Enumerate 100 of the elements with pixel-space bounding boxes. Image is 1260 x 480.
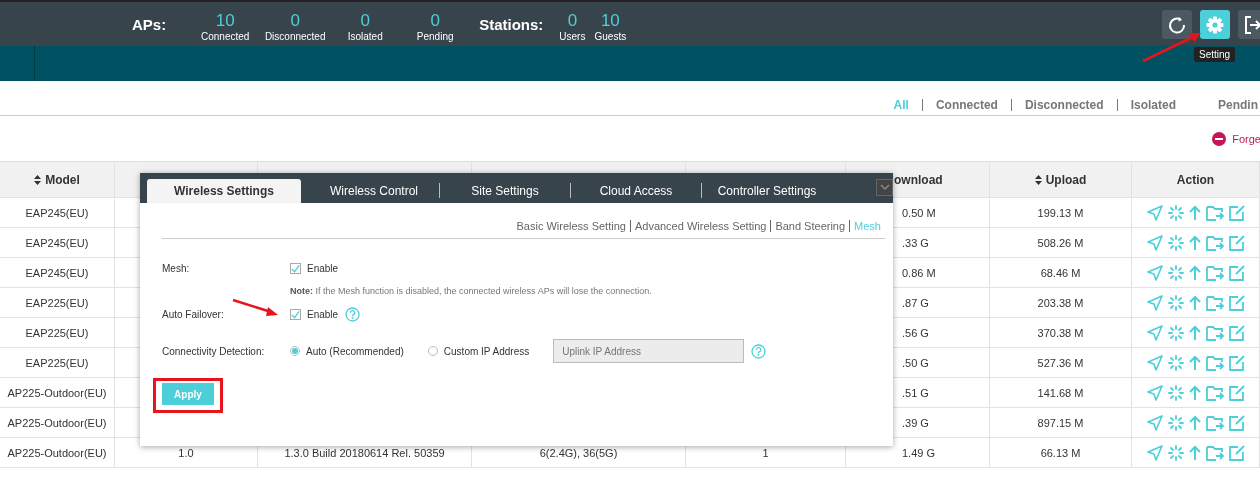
upload-icon[interactable] xyxy=(1188,294,1201,311)
folder-icon[interactable] xyxy=(1205,384,1224,401)
upload-icon[interactable] xyxy=(1188,204,1201,221)
table-cell: 508.26 M xyxy=(1037,236,1084,249)
edit-icon[interactable] xyxy=(1228,204,1245,221)
tab[interactable]: Cloud Access xyxy=(571,179,701,203)
table-cell: 66.13 M xyxy=(1040,446,1081,459)
checkbox[interactable] xyxy=(290,308,301,320)
upload-icon[interactable] xyxy=(1188,264,1201,281)
spinner-icon[interactable] xyxy=(1167,384,1184,401)
field-label: Connectivity Detection: xyxy=(162,345,266,357)
send-icon[interactable] xyxy=(1146,324,1163,341)
stat-label: Guests xyxy=(594,31,627,43)
send-icon[interactable] xyxy=(1146,234,1163,251)
settings-button[interactable] xyxy=(1200,10,1230,39)
edit-icon[interactable] xyxy=(1228,264,1245,281)
column-title: Model xyxy=(45,172,80,187)
send-icon[interactable] xyxy=(1146,264,1163,281)
edit-icon[interactable] xyxy=(1228,234,1245,251)
forget-link[interactable]: Forge xyxy=(1232,132,1260,145)
spinner-icon[interactable] xyxy=(1167,204,1184,221)
edit-icon[interactable] xyxy=(1228,384,1245,401)
table-cell: EAP245(EU) xyxy=(25,236,89,249)
send-icon[interactable] xyxy=(1146,354,1163,371)
logout-button[interactable] xyxy=(1238,10,1260,39)
tab[interactable]: Wireless Settings xyxy=(147,179,301,203)
table-cell: 370.38 M xyxy=(1037,326,1084,339)
folder-icon[interactable] xyxy=(1205,234,1224,251)
table-cell: EAP245(EU) xyxy=(25,266,89,279)
upload-icon[interactable] xyxy=(1188,324,1201,341)
sub-tab[interactable]: Advanced Wireless Setting xyxy=(630,220,771,232)
folder-icon[interactable] xyxy=(1205,204,1224,221)
checkbox[interactable] xyxy=(290,262,301,274)
table-cell: .33 G xyxy=(902,236,929,249)
folder-icon[interactable] xyxy=(1205,354,1224,371)
table-cell: .39 G xyxy=(902,416,929,429)
filter-tab[interactable]: Disconnected xyxy=(1024,98,1104,112)
table-cell: 1 xyxy=(762,446,769,459)
spinner-icon[interactable] xyxy=(1167,414,1184,431)
filter-tab[interactable]: Pendin xyxy=(1218,98,1258,112)
send-icon[interactable] xyxy=(1146,384,1163,401)
table-cell: 0.86 M xyxy=(902,266,936,279)
table-cell: 0.50 M xyxy=(902,206,936,219)
edit-icon[interactable] xyxy=(1228,444,1245,461)
column-header[interactable]: Upload xyxy=(990,162,1132,197)
tab[interactable]: Site Settings xyxy=(440,179,570,203)
filter-tab[interactable]: Isolated xyxy=(1130,98,1176,112)
send-icon[interactable] xyxy=(1146,414,1163,431)
collapse-button[interactable] xyxy=(876,179,893,196)
upload-icon[interactable] xyxy=(1188,354,1201,371)
edit-icon[interactable] xyxy=(1228,324,1245,341)
tab[interactable]: Wireless Control xyxy=(309,179,439,203)
spinner-icon[interactable] xyxy=(1167,234,1184,251)
spinner-icon[interactable] xyxy=(1167,444,1184,461)
folder-icon[interactable] xyxy=(1205,324,1224,341)
folder-icon[interactable] xyxy=(1205,294,1224,311)
stat-value: 0 xyxy=(360,11,370,31)
send-icon[interactable] xyxy=(1146,294,1163,311)
spinner-icon[interactable] xyxy=(1167,294,1184,311)
table-cell: 527.36 M xyxy=(1037,356,1084,369)
help-icon[interactable] xyxy=(345,306,361,322)
spinner-icon[interactable] xyxy=(1167,264,1184,281)
upload-icon[interactable] xyxy=(1188,444,1201,461)
stations-label: Stations: xyxy=(479,16,544,33)
table-cell: 1.49 G xyxy=(902,446,936,459)
table-cell: 6(2.4G), 36(5G) xyxy=(539,446,618,459)
spinner-icon[interactable] xyxy=(1167,324,1184,341)
edit-icon[interactable] xyxy=(1228,414,1245,431)
sort-icon xyxy=(34,174,42,185)
edit-icon[interactable] xyxy=(1228,354,1245,371)
filter-tab[interactable]: Connected xyxy=(935,98,998,112)
folder-icon[interactable] xyxy=(1205,444,1224,461)
upload-icon[interactable] xyxy=(1188,234,1201,251)
settings-icon xyxy=(1205,14,1225,35)
send-icon[interactable] xyxy=(1146,444,1163,461)
table-cell: 203.38 M xyxy=(1037,296,1084,309)
edit-icon[interactable] xyxy=(1228,294,1245,311)
radio-label: Auto (Recommended) xyxy=(306,345,404,357)
sub-tab[interactable]: Basic Wireless Setting xyxy=(512,220,630,232)
folder-icon[interactable] xyxy=(1205,414,1224,431)
upload-icon[interactable] xyxy=(1188,414,1201,431)
upload-icon[interactable] xyxy=(1188,384,1201,401)
table-cell: .50 G xyxy=(902,356,929,369)
highlight-frame xyxy=(153,378,223,413)
table-cell: EAP245(EU) xyxy=(25,206,89,219)
send-icon[interactable] xyxy=(1146,204,1163,221)
tab[interactable]: Controller Settings xyxy=(702,179,832,203)
radio-button[interactable] xyxy=(290,346,300,356)
refresh-icon xyxy=(1168,15,1186,34)
column-title: ownload xyxy=(894,172,943,187)
column-header[interactable]: Model xyxy=(0,162,115,197)
stat-value: 0 xyxy=(290,11,300,31)
spinner-icon[interactable] xyxy=(1167,354,1184,371)
sub-tab[interactable]: Band Steering xyxy=(771,220,850,232)
remove-icon xyxy=(1212,131,1227,146)
tooltip: Setting xyxy=(1194,47,1236,62)
folder-icon[interactable] xyxy=(1205,264,1224,281)
refresh-button[interactable] xyxy=(1162,10,1192,39)
aps-label: APs: xyxy=(132,16,167,33)
help-icon[interactable] xyxy=(751,343,767,359)
